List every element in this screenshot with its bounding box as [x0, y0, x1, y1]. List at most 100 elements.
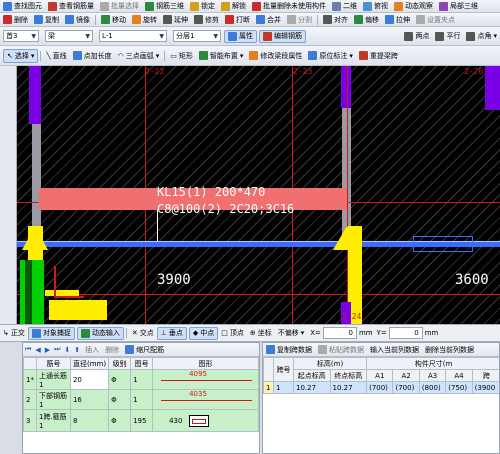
diameter-cell[interactable]: 8: [69, 409, 110, 432]
bar-name[interactable]: 下部钢筋1: [35, 389, 71, 410]
scale-rebar-button[interactable]: 缩尺配筋: [122, 343, 167, 356]
intersection-snap[interactable]: ✕ 交点: [129, 325, 157, 341]
figure-cell[interactable]: 1: [130, 389, 154, 410]
shape-cell[interactable]: 430: [152, 409, 259, 432]
insert-button[interactable]: 插入: [82, 343, 102, 356]
delete-column-button[interactable]: 删除当前列数据: [422, 343, 477, 356]
figure-cell[interactable]: 1: [130, 369, 154, 390]
search-icon: [3, 1, 12, 11]
move-up-icon[interactable]: ⬆: [74, 346, 80, 354]
rebar-3d-button[interactable]: 钢筋三维: [142, 0, 187, 12]
table-row[interactable]: 3 1跨.箍筋1 8 Φ 195 430: [23, 409, 259, 432]
dynamic-input-toggle[interactable]: 动态输入: [76, 326, 124, 340]
last-icon[interactable]: ⏭: [54, 345, 60, 354]
bar-name[interactable]: 1跨.箍筋1: [35, 409, 71, 432]
view-rebar-button[interactable]: 查看钢筋量: [45, 0, 97, 12]
merge-button[interactable]: 合并: [253, 13, 284, 26]
three-point-arc-button[interactable]: ◠ 三点画弧 ▾: [115, 46, 163, 65]
stretch-button[interactable]: 拉伸: [382, 13, 413, 26]
batch-delete-button[interactable]: 批量删除未使用构件: [249, 0, 329, 12]
orbit-button[interactable]: 动态观察: [391, 0, 436, 12]
a3-cell[interactable]: (800): [418, 381, 447, 394]
move-button[interactable]: 移动: [98, 13, 129, 26]
align-button[interactable]: 对齐: [320, 13, 351, 26]
set-grip-button[interactable]: 设置夹点: [413, 13, 458, 26]
grade-cell[interactable]: Φ: [108, 389, 132, 410]
end-elev-cell[interactable]: 10.27: [329, 381, 368, 394]
span-length-cell[interactable]: (3900: [471, 381, 499, 394]
rebar-icon: [48, 1, 57, 11]
copy-span-button[interactable]: 复制跨数据: [263, 343, 315, 356]
view-2d-button[interactable]: 二维: [329, 0, 360, 12]
point-angle-button[interactable]: 点角 ▾: [463, 27, 500, 45]
bar-name[interactable]: 上通长筋1: [35, 369, 71, 390]
find-element-button[interactable]: 查找图元: [0, 0, 45, 12]
paste-span-button[interactable]: 粘贴跨数据: [315, 343, 367, 356]
left-scroll-strip[interactable]: [0, 66, 17, 324]
split-button[interactable]: 分割: [284, 13, 315, 26]
ortho-toggle[interactable]: ↳ 正交: [0, 325, 28, 341]
a4-cell[interactable]: (750): [445, 381, 473, 394]
local-3d-button[interactable]: 局部三维: [436, 0, 481, 12]
span-cell[interactable]: 1: [273, 381, 294, 394]
break-button[interactable]: 打断: [222, 13, 253, 26]
table-row[interactable]: 2 下部钢筋1 16 Φ 1 4035: [23, 389, 259, 410]
type-select[interactable]: 梁 ▼: [45, 30, 93, 42]
grade-cell[interactable]: Φ: [108, 409, 132, 432]
offset-mode-select[interactable]: 不偏移 ▾: [275, 325, 308, 341]
re-extract-span-button[interactable]: 重提梁跨: [356, 46, 401, 65]
input-column-button[interactable]: 输入当前列数据: [367, 343, 422, 356]
shape-cell[interactable]: 4095: [152, 369, 259, 390]
extend-button[interactable]: 延伸: [160, 13, 191, 26]
point-length-button[interactable]: 点加长度: [70, 46, 115, 65]
rectangle-button[interactable]: ▭ 矩形: [167, 46, 196, 65]
delete-row-button[interactable]: 删除: [102, 343, 122, 356]
shape-cell[interactable]: 4035: [152, 389, 259, 410]
table-row[interactable]: 1 1 10.27 10.27 (700) (700) (800) (750) …: [263, 381, 499, 394]
x-coordinate-input[interactable]: 0: [322, 327, 357, 339]
prev-icon[interactable]: ◀: [35, 346, 40, 354]
mirror-button[interactable]: 镜像: [62, 13, 93, 26]
a1-cell[interactable]: (700): [366, 381, 394, 394]
first-icon[interactable]: ⏮: [25, 345, 31, 354]
edit-rebar-button[interactable]: 编辑钢筋: [259, 29, 306, 43]
copy-button[interactable]: 复制: [31, 13, 62, 26]
line-button[interactable]: ╲ 直线: [43, 46, 69, 65]
delete-button[interactable]: 删除: [0, 13, 31, 26]
top-view-button[interactable]: 俯视: [360, 0, 391, 12]
select-button[interactable]: ↖ 选择 ▾: [3, 48, 39, 63]
a2-cell[interactable]: (700): [392, 381, 420, 394]
move-down-icon[interactable]: ⬇: [64, 346, 70, 354]
two-point-button[interactable]: 两点: [401, 27, 432, 45]
grade-cell[interactable]: Φ: [108, 369, 132, 390]
header-a4: A4: [445, 369, 473, 382]
object-snap-toggle[interactable]: 对象捕捉: [27, 326, 75, 340]
offset-button[interactable]: 偏移: [351, 13, 382, 26]
layer-select[interactable]: 分层1 ▼: [173, 30, 221, 42]
perpendicular-snap[interactable]: ⊥ 垂点: [156, 326, 187, 340]
start-elev-cell[interactable]: 10.27: [293, 381, 331, 394]
vertex-snap[interactable]: □ 顶点: [218, 325, 247, 341]
floor-select[interactable]: 首3 ▼: [3, 30, 39, 42]
batch-select-button[interactable]: 批量选择: [97, 0, 142, 12]
rotate-button[interactable]: 旋转: [129, 13, 160, 26]
coordinate-snap[interactable]: ⊕ 坐标: [247, 325, 275, 341]
name-select[interactable]: L-1 ▼: [99, 30, 167, 42]
drawing-canvas[interactable]: 2-22 2-23 2-26 2-24 KL15(1) 200*470 C8@1…: [17, 66, 500, 324]
y-coordinate-input[interactable]: 0: [388, 327, 423, 339]
diameter-cell[interactable]: 16: [69, 389, 110, 410]
figure-cell[interactable]: 195: [130, 409, 154, 432]
rotate-icon: [132, 15, 141, 24]
in-situ-annotation-button[interactable]: 原位标注 ▾: [305, 46, 356, 65]
properties-button[interactable]: 属性: [224, 29, 257, 43]
trim-button[interactable]: 修剪: [191, 13, 222, 26]
table-row[interactable]: 1* 上通长筋1 20 Φ 1 4095: [23, 369, 259, 390]
smart-layout-button[interactable]: 智能布置 ▾: [196, 46, 247, 65]
parallel-button[interactable]: 平行: [432, 27, 463, 45]
diameter-cell[interactable]: 20: [69, 369, 110, 390]
unlock-button[interactable]: 解锁: [218, 0, 249, 12]
modify-beam-props-button[interactable]: 修改梁段属性: [246, 46, 305, 65]
midpoint-snap[interactable]: ◆ 中点: [188, 326, 219, 340]
next-icon[interactable]: ▶: [45, 346, 50, 354]
lock-button[interactable]: 锁定: [187, 0, 218, 12]
